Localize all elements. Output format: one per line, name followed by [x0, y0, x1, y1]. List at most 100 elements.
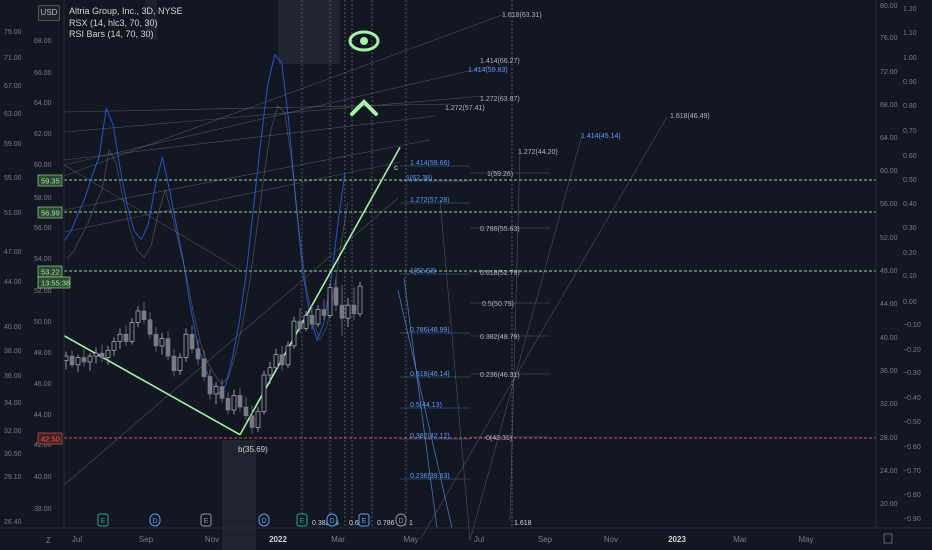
left-inner-tick-14: 40.00 — [34, 474, 52, 481]
right-outer-tick-18: −0.60 — [903, 444, 921, 451]
left-outer-tick-9: 40.00 — [4, 324, 22, 331]
candle-body-15 — [153, 333, 159, 347]
right-inner-tick-8: 48.00 — [880, 268, 898, 275]
candle-body-2 — [75, 357, 81, 366]
rsi-bar-zone — [222, 440, 256, 550]
fib-upper-label-0: 1.618(63.31) — [502, 12, 542, 19]
x-tick-5: May — [403, 535, 418, 544]
x-tick-8: Nov — [604, 535, 618, 544]
candle-body-49 — [357, 285, 363, 315]
x-tick-2: Nov — [205, 535, 219, 544]
candle-body-19 — [177, 357, 183, 372]
event-marker-letter-7: D — [398, 518, 403, 525]
x-tick-1: Sep — [139, 535, 154, 544]
price-chart[interactable]: 1.414(59.66) 1(62.38) 1.272(57.28) 1(52.53)… — [0, 0, 932, 550]
candle-body-11 — [129, 322, 135, 342]
left-outer-tick-6: 51.00 — [4, 210, 22, 217]
price-tag-label-3: 13:55:38 — [41, 279, 70, 288]
left-inner-tick-12: 44.00 — [34, 412, 52, 419]
candle-body-7 — [105, 349, 111, 358]
left-inner-tick-6: 56.00 — [34, 225, 52, 232]
right-inner-tick-7: 52.00 — [880, 235, 898, 242]
left-inner-tick-3: 62.00 — [34, 131, 52, 138]
price-tag-label-1: 56.99 — [41, 209, 60, 218]
left-outer-tick-2: 67.00 — [4, 83, 22, 90]
fib-level-gray-label-6: 0(42.31) — [486, 435, 512, 442]
event-marker-0: E — [97, 513, 109, 527]
x-tick-0: Jul — [72, 535, 82, 544]
right-outer-tick-0: 1.20 — [903, 6, 917, 13]
candle-body-31 — [249, 415, 255, 428]
candle-body-3 — [81, 357, 87, 363]
left-outer-tick-1: 71.00 — [4, 55, 22, 62]
candle-body-35 — [273, 354, 279, 369]
currency-button[interactable]: USD — [38, 5, 60, 21]
candle-body-4 — [87, 355, 93, 363]
candle-body-22 — [195, 348, 201, 360]
candle-body-0 — [63, 355, 69, 361]
right-outer-tick-12: 0.00 — [903, 299, 917, 306]
candle-body-30 — [243, 406, 249, 417]
candle-body-38 — [291, 320, 297, 347]
fib-level-gray-label-5: 0.236(46.31) — [480, 372, 520, 379]
right-outer-tick-9: 0.30 — [903, 225, 917, 232]
event-marker-letter-6: E — [362, 518, 367, 525]
right-inner-tick-4: 64.00 — [880, 135, 898, 142]
x-tick-3: 2022 — [269, 535, 287, 544]
candle-body-47 — [345, 304, 351, 319]
left-inner-tick-10: 48.00 — [34, 350, 52, 357]
x-tick-6: Jul — [474, 535, 484, 544]
fib-upper-label-5: 1.618(46.49) — [670, 113, 710, 120]
right-inner-tick-12: 32.00 — [880, 401, 898, 408]
right-outer-tick-14: −0.20 — [903, 347, 921, 354]
event-marker-letter-4: E — [300, 518, 305, 525]
right-inner-tick-5: 60.00 — [880, 168, 898, 175]
right-outer-tick-11: 0.10 — [903, 273, 917, 280]
fib-level-blue-label-2: 1.272(57.28) — [410, 197, 450, 204]
x-tick-4: Mar — [331, 535, 345, 544]
candle-body-12 — [135, 310, 141, 323]
price-tag-label-0: 59.35 — [41, 177, 60, 186]
right-outer-tick-5: 0.70 — [903, 128, 917, 135]
fib-upper-label-2: 1.414(59.83) — [468, 67, 508, 74]
right-inner-tick-10: 40.00 — [880, 335, 898, 342]
legend-symbol: Altria Group, Inc., 3D, NYSE — [69, 6, 183, 16]
fib-upper-label-4: 1.272(57.41) — [445, 105, 485, 112]
right-inner-tick-14: 24.00 — [880, 468, 898, 475]
left-outer-tick-3: 63.00 — [4, 111, 22, 118]
candle-body-24 — [207, 376, 213, 395]
candle-body-17 — [165, 338, 171, 357]
left-inner-tick-8: 52.00 — [34, 288, 52, 295]
candle-body-33 — [261, 374, 267, 412]
fib-level-blue-label-1: 1(62.38) — [406, 175, 432, 182]
right-inner-tick-2: 72.00 — [880, 69, 898, 76]
event-marker-2: E — [200, 513, 212, 527]
fib-level-gray-label-1: 0.786(55.63) — [480, 226, 520, 233]
fib-upper-label-1: 1.414(66.27) — [480, 58, 520, 65]
fib-level-gray-label-4: 0.382(48.79) — [480, 334, 520, 341]
event-marker-1: D — [149, 513, 161, 527]
left-outer-tick-0: 75.00 — [4, 29, 22, 36]
candle-body-8 — [111, 341, 117, 351]
candle-body-32 — [255, 411, 261, 428]
legend-indicator-rsx: RSX (14, hlc3, 70, 30) — [69, 17, 158, 28]
candle-body-45 — [333, 287, 339, 306]
right-inner-tick-15: 20.00 — [880, 501, 898, 508]
candle-body-10 — [123, 333, 129, 342]
candle-body-9 — [117, 333, 123, 342]
fib-level-blue-label-5: 0.618(46.14) — [410, 371, 450, 378]
candle-body-14 — [147, 319, 153, 335]
fib-time-label-4: 1 — [409, 520, 413, 527]
candle-body-1 — [69, 355, 75, 366]
candle-body-40 — [303, 314, 309, 329]
right-inner-tick-9: 44.00 — [880, 301, 898, 308]
x-tick-9: 2023 — [668, 535, 686, 544]
zoom-z-icon: Z — [46, 536, 51, 545]
left-inner-tick-1: 66.00 — [34, 70, 52, 77]
event-marker-letter-1: D — [152, 518, 157, 525]
event-marker-6: E — [358, 513, 370, 527]
right-outer-tick-3: 0.90 — [903, 79, 917, 86]
fib-level-blue-label-3: 1(52.53) — [410, 268, 436, 275]
price-tag-label-4: 42.50 — [41, 435, 60, 444]
left-inner-tick-15: 38.00 — [34, 506, 52, 513]
